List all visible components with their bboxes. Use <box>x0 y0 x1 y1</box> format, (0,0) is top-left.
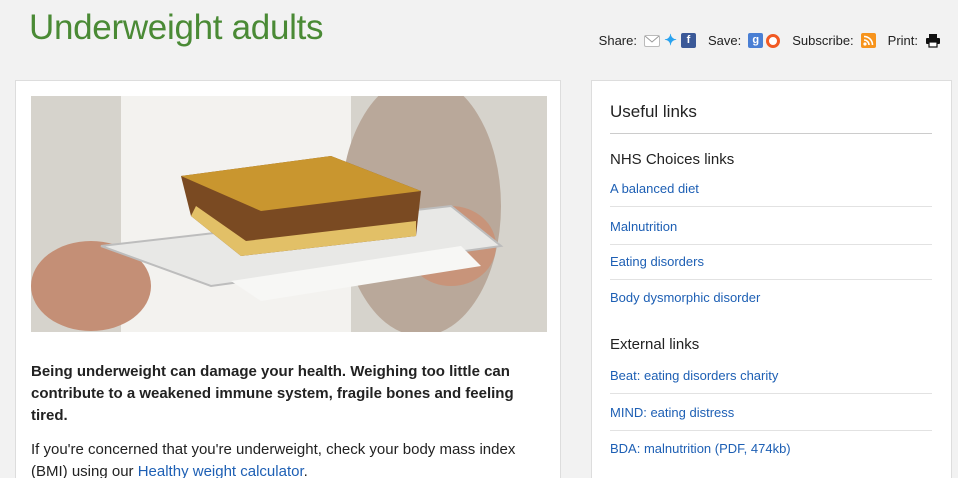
facebook-icon[interactable]: f <box>680 33 696 48</box>
share-label: Share: <box>598 33 637 48</box>
save-circle-icon[interactable] <box>766 33 781 48</box>
page-title: Underweight adults <box>29 8 324 47</box>
article-panel: Being underweight can damage your health… <box>15 80 561 478</box>
rss-icon[interactable] <box>860 33 876 48</box>
healthy-weight-calculator-link[interactable]: Healthy weight calculator <box>138 463 304 478</box>
body-text: If you're concerned that you're underwei… <box>31 439 541 478</box>
external-links-heading: External links <box>610 336 700 353</box>
body-suffix: . <box>303 463 308 478</box>
link-mind-eating-distress[interactable]: MIND: eating distress <box>610 395 932 431</box>
subscribe-label: Subscribe: <box>792 33 854 48</box>
nhs-links-heading: NHS Choices links <box>610 151 735 168</box>
link-eating-disorders[interactable]: Eating disorders <box>610 244 932 280</box>
printer-icon[interactable] <box>925 33 940 48</box>
hero-image <box>31 96 547 332</box>
link-balanced-diet[interactable]: A balanced diet <box>610 171 932 207</box>
save-group: Save: g <box>707 33 781 48</box>
print-group: Print: <box>888 33 940 48</box>
share-toolbar: Share: ✦ f Save: g Subscribe: Print: <box>599 33 940 48</box>
link-bda-malnutrition-pdf[interactable]: BDA: malnutrition (PDF, 474kb) <box>610 431 932 467</box>
link-beat-charity[interactable]: Beat: eating disorders charity <box>610 358 932 394</box>
share-group: Share: ✦ f <box>599 33 696 48</box>
useful-links-panel: Useful links NHS Choices links A balance… <box>591 80 952 478</box>
google-plus-icon[interactable]: g <box>748 33 764 48</box>
intro-text: Being underweight can damage your health… <box>31 363 514 424</box>
subscribe-group: Subscribe: <box>792 33 876 48</box>
links-divider <box>610 133 932 134</box>
link-body-dysmorphic-disorder[interactable]: Body dysmorphic disorder <box>610 280 932 316</box>
email-icon[interactable] <box>643 34 660 47</box>
save-label: Save: <box>707 33 742 48</box>
link-malnutrition[interactable]: Malnutrition <box>610 209 932 245</box>
twitter-icon[interactable]: ✦ <box>663 33 678 48</box>
useful-links-title: Useful links <box>610 102 697 121</box>
print-label: Print: <box>887 33 918 48</box>
